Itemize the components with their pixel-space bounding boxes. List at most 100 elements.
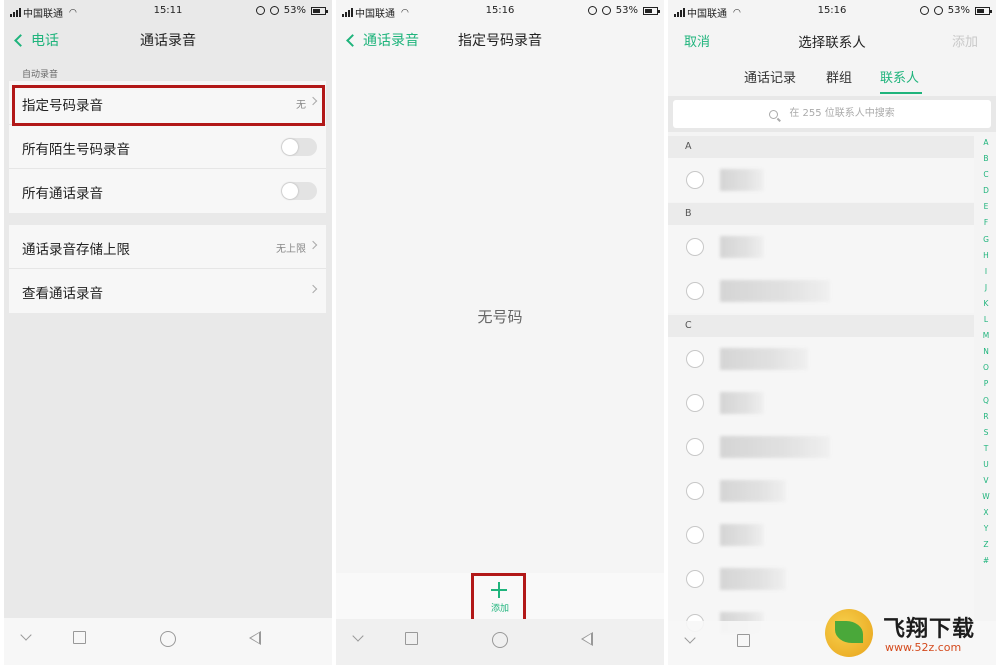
radio-button[interactable] [686,482,704,500]
alarm-icon [933,6,943,15]
search-area: 在 255 位联系人中搜索 [668,96,996,132]
page-title: 通话录音 [140,33,196,49]
index-letter[interactable]: R [980,412,992,428]
specified-numbers-screen: 中国联通 ◠ 15:16 53% 通话录音 指定号码录音 无号码 添加 [336,0,664,665]
leaf-logo-icon [825,609,873,657]
contact-row[interactable] [668,337,974,381]
index-letter[interactable]: P [980,379,992,395]
index-letter[interactable]: # [980,556,992,572]
contact-row[interactable] [668,225,974,269]
contact-row[interactable] [668,381,974,425]
index-letter[interactable]: X [980,508,992,524]
redacted-name [720,480,786,502]
redacted-name [720,524,764,546]
contact-row[interactable] [668,269,974,313]
index-letter[interactable]: E [980,202,992,218]
row-label: 所有通话录音 [22,186,103,202]
radio-button[interactable] [686,282,704,300]
radio-button[interactable] [686,570,704,588]
index-letter[interactable]: Y [980,524,992,540]
index-letter[interactable]: K [980,299,992,315]
rotation-lock-icon [587,6,597,15]
redacted-name [720,392,764,414]
tab-contacts[interactable]: 联系人 [880,67,919,86]
add-contact-button[interactable]: 添加 [952,31,978,50]
index-letter[interactable]: G [980,235,992,251]
nav-bar: 取消 选择联系人 添加 [668,22,996,58]
redacted-name [720,436,830,458]
index-letter[interactable]: O [980,363,992,379]
chevron-right-icon [308,284,318,294]
chevron-right-icon [308,240,318,250]
back-nav-icon[interactable] [249,631,261,645]
alarm-icon [269,6,279,15]
row-label: 所有陌生号码录音 [22,142,130,158]
row-view-recordings[interactable]: 查看通话录音 [9,269,326,313]
radio-button[interactable] [686,438,704,456]
index-letter[interactable]: M [980,331,992,347]
recents-icon[interactable] [73,631,86,644]
watermark-brand: 飞翔下载 [883,617,976,642]
collapse-icon[interactable] [684,632,696,644]
nav-bar: 电话 通话录音 [4,22,332,58]
watermark-logo: 飞翔下载 www.52z.com [825,605,995,663]
index-letter[interactable]: V [980,476,992,492]
radio-button[interactable] [686,350,704,368]
index-letter[interactable]: W [980,492,992,508]
status-bar: 中国联通 ◠ 15:11 53% [4,0,332,22]
radio-button[interactable] [686,526,704,544]
index-letter[interactable]: Z [980,540,992,556]
contact-row[interactable] [668,513,974,557]
search-input[interactable]: 在 255 位联系人中搜索 [673,100,991,128]
tab-call-log[interactable]: 通话记录 [744,67,796,86]
alarm-icon [601,6,611,15]
index-letter[interactable]: C [980,170,992,186]
index-letter[interactable]: F [980,218,992,234]
radio-button[interactable] [686,238,704,256]
index-letter[interactable]: Q [980,396,992,412]
index-letter[interactable]: D [980,186,992,202]
tab-groups[interactable]: 群组 [826,67,852,86]
toggle-knob [282,139,298,155]
recents-icon[interactable] [737,634,750,647]
index-letter[interactable]: L [980,315,992,331]
all-calls-toggle[interactable] [281,182,317,200]
contact-row[interactable] [668,557,974,601]
battery-percent: 53% [615,5,638,16]
index-letter[interactable]: I [980,267,992,283]
index-letter[interactable]: S [980,428,992,444]
radio-button[interactable] [686,171,704,189]
section-label: 自动录音 [22,70,59,80]
collapse-icon[interactable] [352,630,364,642]
rotation-lock-icon [919,6,929,15]
row-storage-limit[interactable]: 通话录音存储上限 无上限 [9,225,326,269]
index-letter[interactable]: H [980,251,992,267]
recents-icon[interactable] [405,632,418,645]
index-letter[interactable]: J [980,283,992,299]
group-letter: B [685,208,692,219]
index-letter[interactable]: U [980,460,992,476]
index-letter[interactable]: B [980,154,992,170]
toggle-knob [282,183,298,199]
group-header-c: C [668,315,974,337]
nav-bar: 通话录音 指定号码录音 [336,22,664,58]
collapse-icon[interactable] [20,629,32,641]
index-letter[interactable]: N [980,347,992,363]
contact-row[interactable] [668,469,974,513]
active-tab-indicator [880,92,922,94]
unknown-numbers-toggle[interactable] [281,138,317,156]
home-icon[interactable] [492,632,508,648]
index-letter[interactable]: T [980,444,992,460]
contact-row[interactable] [668,425,974,469]
battery-percent: 53% [283,5,306,16]
row-label: 查看通话录音 [22,286,103,302]
contact-row[interactable] [668,158,974,202]
index-letter[interactable]: A [980,138,992,154]
call-recording-screen: 中国联通 ◠ 15:11 53% 电话 通话录音 自动录音 指定号码录音 无 所… [4,0,332,665]
home-icon[interactable] [160,631,176,647]
back-nav-icon[interactable] [581,632,593,646]
alphabet-index[interactable]: A B C D E F G H I J K L M N O P Q R S T U V W X Y Z # [980,138,992,573]
row-all-calls: 所有通话录音 [9,169,326,213]
row-unknown-numbers: 所有陌生号码录音 [9,125,326,169]
radio-button[interactable] [686,394,704,412]
